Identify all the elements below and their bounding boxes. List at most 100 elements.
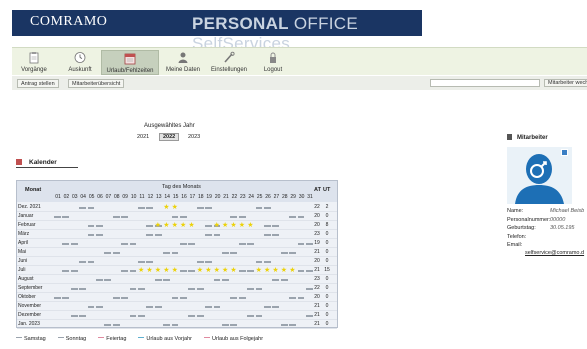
month-label: Oktober: [18, 294, 36, 300]
vacation-star: ★: [264, 267, 271, 274]
month-label: Dezember: [18, 312, 42, 318]
search-input[interactable]: [430, 79, 540, 87]
weekend-mark: [188, 288, 196, 290]
weekend-mark: [121, 270, 129, 272]
ut-value: 0: [325, 213, 329, 219]
weekend-mark: [129, 270, 137, 272]
row-divider: [17, 310, 337, 311]
at-value: 20: [314, 294, 320, 300]
email-link[interactable]: selfservice@comramo.d: [525, 250, 584, 256]
row-divider: [17, 256, 337, 257]
weekend-mark: [238, 297, 246, 299]
vacation-star: ★: [163, 204, 170, 211]
legend-label: Feiertag: [106, 336, 127, 342]
weekend-mark: [87, 207, 95, 209]
nav-item-urlaub[interactable]: Urlaub/Fehlzeiten: [101, 50, 159, 75]
month-label: Juli: [18, 267, 26, 273]
person-icon: [507, 134, 512, 140]
nav-item-einstellungen[interactable]: Einstellungen: [206, 50, 252, 75]
day-header: 18: [198, 194, 204, 200]
day-header: 17: [189, 194, 196, 200]
at-value: 23: [314, 231, 320, 237]
clock-icon: [74, 52, 86, 63]
weekend-mark: [238, 216, 246, 218]
edit-icon[interactable]: [561, 149, 568, 156]
weekend-mark: [87, 261, 95, 263]
day-header: 03: [72, 194, 78, 200]
vacation-star: ★: [154, 222, 162, 229]
nav-item-vorgaenge[interactable]: Vorgänge: [16, 50, 52, 75]
year-prev-link[interactable]: 2021: [137, 134, 149, 140]
day-header: 15: [172, 194, 179, 200]
weekend-mark: [264, 225, 271, 227]
weekend-mark: [297, 216, 305, 218]
month-label: Januar: [18, 213, 34, 219]
weekend-mark: [238, 243, 246, 245]
legend-swatch: [16, 336, 22, 338]
weekend-mark: [163, 279, 171, 281]
weekend-mark: [163, 324, 171, 326]
year-current[interactable]: 2022: [159, 133, 180, 141]
weekend-mark: [171, 324, 179, 326]
vacation-star: ★: [171, 267, 178, 274]
nav-item-auskunft[interactable]: Auskunft: [62, 50, 98, 75]
weekend-mark: [70, 270, 78, 272]
row-divider: [17, 274, 337, 275]
weekend-mark: [96, 234, 103, 236]
row-divider: [17, 319, 337, 320]
legend-label: Sonntag: [65, 336, 87, 342]
day-header: 31: [307, 194, 313, 200]
weekend-mark: [87, 225, 95, 227]
change-employee-button[interactable]: Mitarbeiter wechseln: [544, 79, 587, 87]
weekend-mark: [196, 288, 204, 290]
column-at: AT: [314, 187, 321, 193]
at-value: 21: [314, 321, 320, 327]
weekend-mark: [180, 270, 187, 272]
weekend-mark: [62, 243, 70, 245]
weekend-mark: [196, 261, 204, 263]
at-value: 23: [314, 276, 320, 282]
month-label: Februar: [18, 222, 36, 228]
month-label: April: [18, 240, 29, 246]
weekend-mark: [121, 243, 129, 245]
nav-item-meine-daten[interactable]: Meine Daten: [163, 50, 203, 75]
legend-item: Sonntag: [57, 336, 87, 342]
ut-value: 15: [324, 267, 330, 273]
weekend-mark: [272, 234, 280, 236]
antrag-stellen-button[interactable]: Antrag stellen: [17, 79, 59, 88]
vacation-star: ★: [213, 222, 220, 229]
weekend-mark: [171, 297, 179, 299]
weekend-mark: [247, 315, 255, 317]
mitarbeiteruebersicht-button[interactable]: Mitarbeiterübersicht: [68, 79, 125, 88]
at-value: 20: [314, 222, 320, 228]
weekend-mark: [154, 279, 162, 281]
weekend-mark: [87, 306, 95, 308]
vacation-star: ★: [255, 267, 262, 274]
weekend-mark: [289, 216, 297, 218]
day-header: 05: [88, 194, 95, 200]
weekend-mark: [112, 297, 120, 299]
weekend-mark: [54, 216, 61, 218]
year-next-link[interactable]: 2023: [188, 134, 200, 140]
weekend-mark: [104, 324, 112, 326]
month-label: Juni: [18, 258, 28, 264]
nav-item-logout[interactable]: Logout: [257, 50, 289, 75]
weekend-mark: [222, 279, 229, 281]
toolbar: Antrag stellen Mitarbeiterübersicht Mita…: [12, 76, 587, 90]
weekend-mark: [205, 261, 213, 263]
weekend-mark: [205, 306, 213, 308]
vacation-star: ★: [163, 267, 170, 274]
weekend-mark: [138, 207, 145, 209]
vacation-star: ★: [205, 267, 212, 274]
weekend-mark: [62, 216, 70, 218]
legend-label: Urlaub aus Folgejahr: [211, 336, 264, 342]
weekend-mark: [205, 234, 213, 236]
weekend-mark: [247, 288, 255, 290]
weekend-mark: [247, 270, 255, 272]
weekend-mark: [79, 261, 87, 263]
at-value: 21: [314, 249, 320, 255]
weekend-mark: [87, 234, 95, 236]
row-divider: [17, 247, 337, 248]
month-label: Jan. 2023: [18, 321, 40, 327]
weekend-mark: [79, 288, 87, 290]
